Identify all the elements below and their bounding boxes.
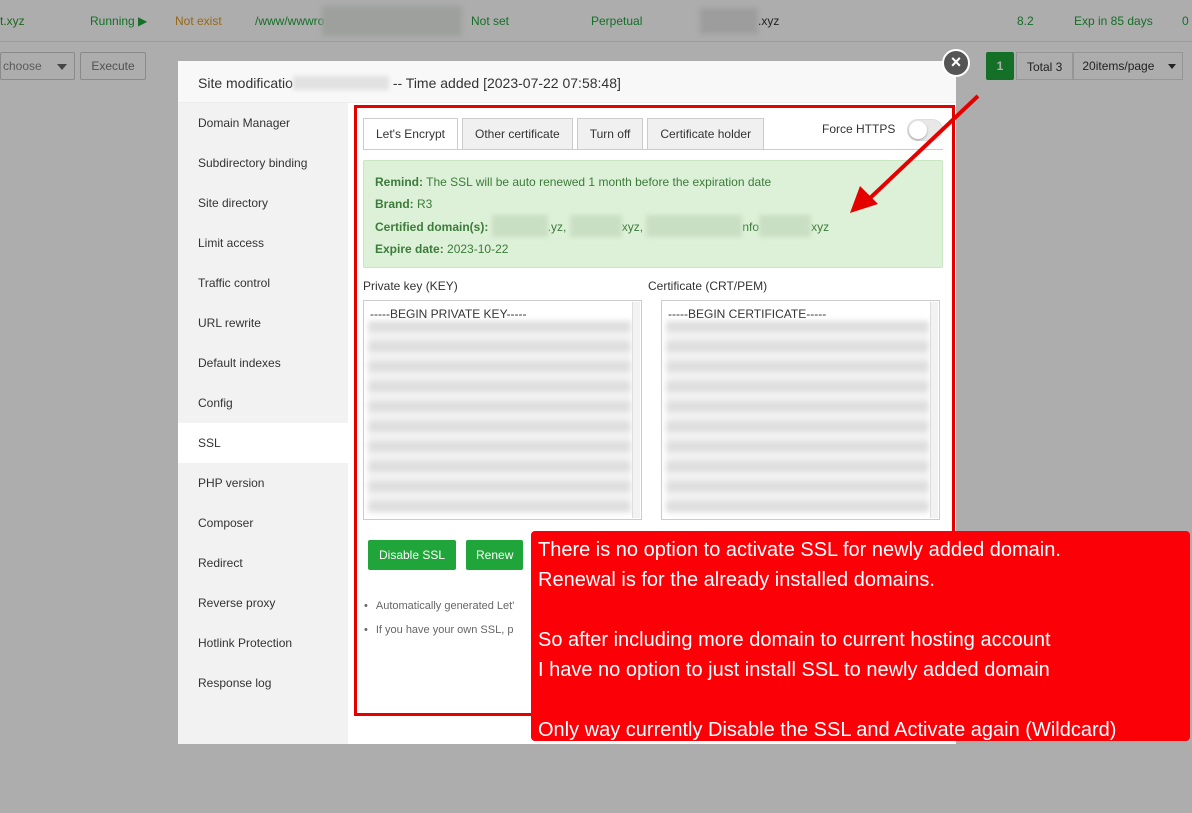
- arrow-head-icon: [850, 186, 878, 213]
- annotation-arrow: [850, 94, 980, 213]
- arrow-shaft: [866, 94, 980, 202]
